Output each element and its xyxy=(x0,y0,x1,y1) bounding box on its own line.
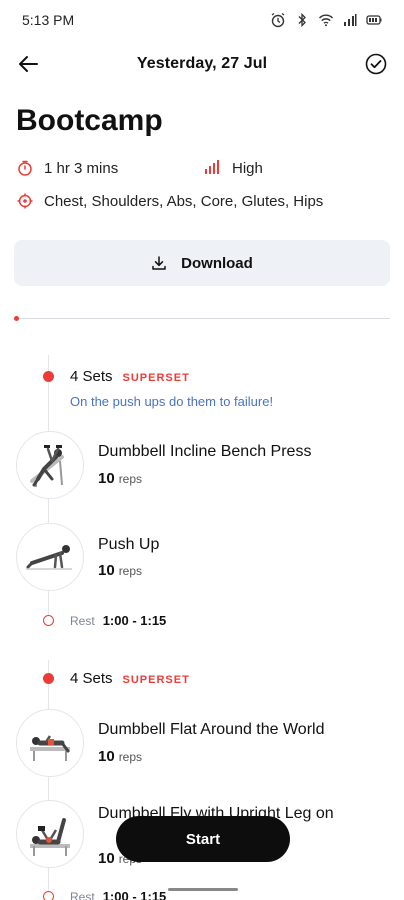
reps-count: 10 xyxy=(98,470,115,487)
set-note: On the push ups do them to failure! xyxy=(70,394,274,409)
intensity-row: High xyxy=(204,159,263,177)
superset-tag: SUPERSET xyxy=(122,674,190,686)
set-marker xyxy=(43,673,54,684)
download-label: Download xyxy=(181,254,253,272)
rest-label: Rest xyxy=(70,614,95,628)
complete-button[interactable] xyxy=(362,50,390,78)
reps-unit: reps xyxy=(118,750,143,764)
set-count: 4 Sets xyxy=(70,670,113,687)
dumbbell-fly-figure-icon xyxy=(30,818,70,856)
set-header: 4 Sets SUPERSET xyxy=(70,670,190,687)
rest-row: Rest 1:00 - 1:15 xyxy=(70,613,166,628)
workout-title: Bootcamp xyxy=(16,104,163,137)
signal-icon xyxy=(344,14,357,26)
reps-unit: reps xyxy=(118,564,143,578)
duration-text: 1 hr 3 mins xyxy=(44,159,119,177)
battery-icon xyxy=(366,15,382,25)
muscles-text: Chest, Shoulders, Abs, Core, Glutes, Hip… xyxy=(44,192,324,210)
exercise-reps: 10reps xyxy=(98,470,142,487)
check-circle-icon xyxy=(365,53,387,75)
wifi-icon xyxy=(318,14,334,27)
exercise-thumbnail[interactable] xyxy=(16,431,84,499)
progress-track xyxy=(16,318,390,319)
rest-value: 1:00 - 1:15 xyxy=(102,613,167,628)
target-icon xyxy=(16,192,34,210)
duration-row: 1 hr 3 mins xyxy=(16,159,118,177)
bluetooth-icon xyxy=(298,12,306,28)
reps-count: 10 xyxy=(98,562,115,579)
reps-count: 10 xyxy=(98,850,115,867)
exercise-name[interactable]: Dumbbell Incline Bench Press xyxy=(98,441,388,462)
exercise-thumbnail[interactable] xyxy=(16,709,84,777)
set-marker xyxy=(43,371,54,382)
intensity-bars-icon xyxy=(204,159,222,177)
exercise-reps: 10reps xyxy=(98,748,142,765)
exercise-thumbnail[interactable] xyxy=(16,523,84,591)
status-icons xyxy=(270,12,382,28)
reps-unit: reps xyxy=(118,472,143,486)
rest-marker xyxy=(43,891,54,900)
reps-count: 10 xyxy=(98,748,115,765)
rest-label: Rest xyxy=(70,890,95,900)
arrow-left-icon xyxy=(19,56,38,72)
exercise-reps: 10reps xyxy=(98,562,142,579)
alarm-icon xyxy=(271,12,285,28)
muscles-row: Chest, Shoulders, Abs, Core, Glutes, Hip… xyxy=(16,192,323,210)
rest-value: 1:00 - 1:15 xyxy=(102,889,167,900)
download-button[interactable]: Download xyxy=(14,240,390,286)
rest-row: Rest 1:00 - 1:15 xyxy=(70,889,166,900)
status-time: 5:13 PM xyxy=(22,12,75,28)
start-button[interactable]: Start xyxy=(116,816,290,862)
status-bar: 5:13 PM xyxy=(0,0,404,40)
home-indicator[interactable] xyxy=(168,888,238,891)
top-nav: Yesterday, 27 Jul xyxy=(0,44,404,84)
exercise-name[interactable]: Dumbbell Flat Around the World xyxy=(98,719,388,740)
set-header: 4 Sets SUPERSET xyxy=(70,368,190,385)
incline-press-figure-icon xyxy=(30,445,64,487)
intensity-text: High xyxy=(232,159,263,177)
exercise-thumbnail[interactable] xyxy=(16,800,84,868)
page-date-title: Yesterday, 27 Jul xyxy=(136,55,268,72)
set-count: 4 Sets xyxy=(70,368,113,385)
flat-bench-figure-icon xyxy=(30,735,70,761)
stopwatch-icon xyxy=(16,159,34,177)
back-button[interactable] xyxy=(14,50,42,78)
progress-indicator xyxy=(14,316,19,321)
rest-marker xyxy=(43,615,54,626)
download-icon xyxy=(152,256,166,270)
push-up-figure-icon xyxy=(26,545,72,570)
superset-tag: SUPERSET xyxy=(122,372,190,384)
exercise-name[interactable]: Push Up xyxy=(98,534,388,555)
